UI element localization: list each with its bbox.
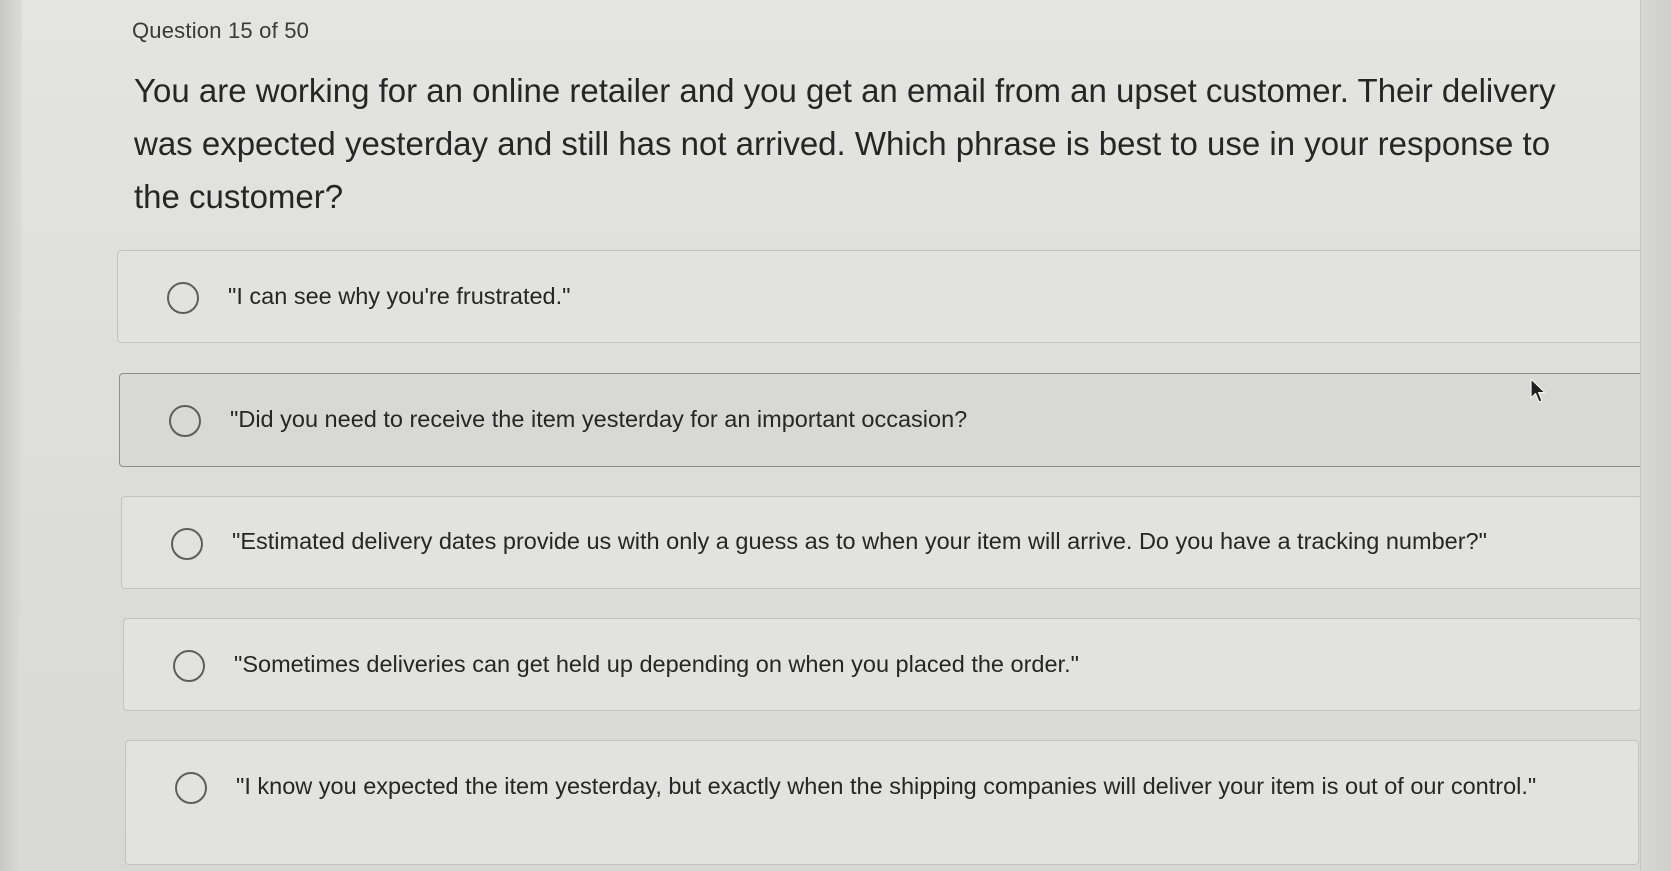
answer-option-5[interactable]: "I know you expected the item yesterday,… xyxy=(125,740,1639,865)
answer-option-2[interactable]: "Did you need to receive the item yester… xyxy=(119,373,1645,467)
mouse-pointer-icon xyxy=(1530,378,1546,403)
radio-circle-icon[interactable] xyxy=(169,405,201,437)
quiz-screen: Question 15 of 50 You are working for an… xyxy=(22,0,1647,871)
answer-option-label: "Estimated delivery dates provide us wit… xyxy=(232,528,1487,554)
answer-option-1[interactable]: "I can see why you're frustrated." xyxy=(117,250,1647,343)
question-counter: Question 15 of 50 xyxy=(132,18,310,43)
radio-circle-icon[interactable] xyxy=(171,528,203,560)
answer-option-label: "I can see why you're frustrated." xyxy=(228,283,571,309)
left-bezel xyxy=(0,0,23,871)
question-text: You are working for an online retailer a… xyxy=(134,72,1556,215)
answer-option-4[interactable]: "Sometimes deliveries can get held up de… xyxy=(123,618,1641,711)
answer-option-3[interactable]: "Estimated delivery dates provide us wit… xyxy=(121,496,1643,589)
answer-option-label: "I know you expected the item yesterday,… xyxy=(236,773,1537,799)
radio-circle-icon[interactable] xyxy=(167,282,199,314)
right-bezel xyxy=(1640,0,1671,871)
radio-circle-icon[interactable] xyxy=(175,772,207,804)
radio-circle-icon[interactable] xyxy=(173,650,205,682)
answer-option-label: "Sometimes deliveries can get held up de… xyxy=(234,651,1079,677)
answer-option-label: "Did you need to receive the item yester… xyxy=(230,406,968,432)
